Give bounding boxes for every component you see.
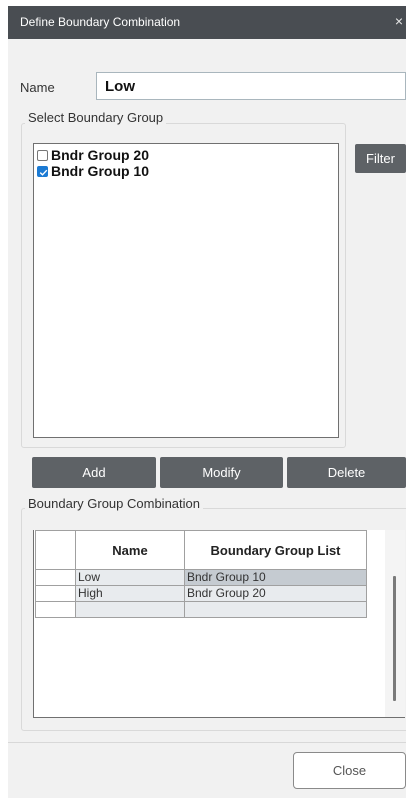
table-header-row: Name Boundary Group List xyxy=(35,530,367,570)
list-item[interactable]: Bndr Group 20 xyxy=(37,147,149,163)
name-label: Name xyxy=(20,80,55,95)
boundary-group-list-cell[interactable]: Bndr Group 10 xyxy=(184,569,367,586)
define-boundary-combination-dialog: Define Boundary Combination × Name Selec… xyxy=(8,6,406,798)
list-item-label: Bndr Group 20 xyxy=(51,147,150,163)
combination-table: Name Boundary Group List Low Bndr Group … xyxy=(35,530,367,618)
dialog-title: Define Boundary Combination xyxy=(20,15,181,29)
boundary-group-list-cell[interactable] xyxy=(184,601,367,618)
list-item-label: Bndr Group 10 xyxy=(51,163,150,179)
boundary-group-list[interactable]: Bndr Group 20 Bndr Group 10 xyxy=(33,143,339,438)
checkmark-icon xyxy=(39,169,48,176)
vertical-scrollbar[interactable] xyxy=(385,530,405,717)
name-cell[interactable]: High xyxy=(75,585,185,602)
checkbox-unchecked[interactable] xyxy=(37,149,48,161)
checkbox-checked[interactable] xyxy=(37,165,48,177)
row-header[interactable] xyxy=(35,569,76,586)
combination-grid[interactable]: Name Boundary Group List Low Bndr Group … xyxy=(33,530,405,718)
boundary-group-combination-legend: Boundary Group Combination xyxy=(25,496,203,511)
list-item[interactable]: Bndr Group 10 xyxy=(37,163,149,179)
row-header[interactable] xyxy=(35,601,76,618)
footer-divider xyxy=(8,742,406,743)
column-header-boundary-group-list[interactable]: Boundary Group List xyxy=(184,530,367,570)
row-header[interactable] xyxy=(35,585,76,602)
name-input[interactable] xyxy=(96,72,406,100)
scrollbar-thumb[interactable] xyxy=(393,576,396,701)
table-row[interactable]: High Bndr Group 20 xyxy=(35,585,367,602)
title-bar: Define Boundary Combination × xyxy=(8,6,406,39)
row-header-corner xyxy=(35,530,76,570)
name-cell[interactable] xyxy=(75,601,185,618)
boundary-group-list-cell[interactable]: Bndr Group 20 xyxy=(184,585,367,602)
delete-button[interactable]: Delete xyxy=(287,457,406,488)
close-icon[interactable]: × xyxy=(395,13,403,29)
filter-button[interactable]: Filter xyxy=(355,144,406,173)
column-header-name[interactable]: Name xyxy=(75,530,185,570)
table-row[interactable]: Low Bndr Group 10 xyxy=(35,569,367,586)
add-button[interactable]: Add xyxy=(32,457,156,488)
table-row[interactable] xyxy=(35,601,367,618)
modify-button[interactable]: Modify xyxy=(160,457,283,488)
close-button[interactable]: Close xyxy=(293,752,406,789)
select-boundary-group-legend: Select Boundary Group xyxy=(25,110,167,125)
name-cell[interactable]: Low xyxy=(75,569,185,586)
